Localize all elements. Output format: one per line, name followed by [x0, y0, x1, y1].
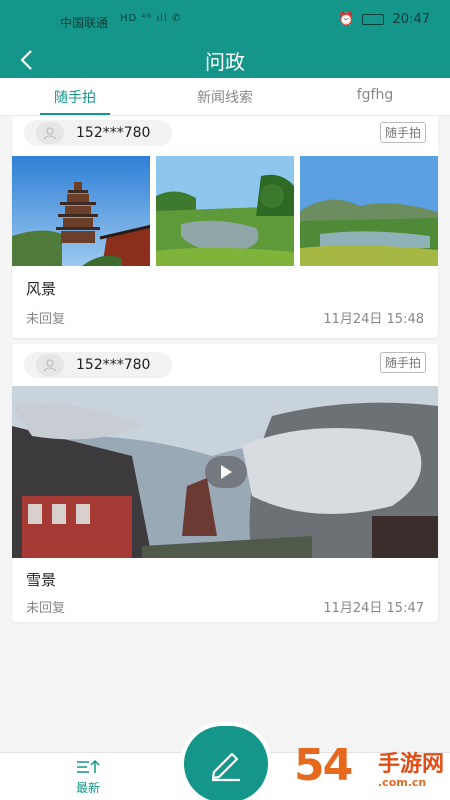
tab-fgfhg[interactable]: fgfhg — [300, 78, 450, 115]
alarm-icon: ⏰ — [338, 12, 355, 27]
post-title: 雪景 — [26, 571, 57, 589]
post-time: 11月24日 15:47 — [323, 601, 424, 616]
compose-button[interactable] — [180, 722, 272, 800]
status-bar: 中国联通 HD ⁴ᴳ ıll ✆ ⏰ 20:47 — [0, 0, 450, 44]
watermark-logo: 54 手游网 .com.cn — [294, 738, 444, 798]
photo-hills[interactable] — [300, 156, 438, 266]
user-phone: 152***780 — [76, 125, 151, 141]
tab-random-shot[interactable]: 随手拍 — [0, 78, 150, 115]
user-icon — [43, 127, 57, 140]
photo-grid — [12, 156, 438, 266]
compose-button-inner — [184, 726, 268, 800]
post-title: 风景 — [26, 280, 57, 298]
photo-lake[interactable] — [156, 156, 294, 266]
watermark-number: 54 — [294, 740, 353, 791]
category-tag: 随手拍 — [379, 122, 426, 143]
battery-icon — [362, 14, 385, 25]
category-tag: 随手拍 — [379, 352, 426, 373]
post-card[interactable]: 152***780 随手拍 风景 未回复 11月24日 15:48 — [12, 116, 438, 338]
play-icon — [221, 465, 232, 479]
status-right: ⏰ 20:47 — [338, 12, 430, 27]
watermark-text: 手游网 — [378, 752, 445, 777]
carrier-label: 中国联通 — [60, 16, 109, 30]
tab-news-clues[interactable]: 新闻线索 — [150, 78, 300, 115]
video-thumbnail[interactable] — [12, 386, 438, 558]
reply-status: 未回复 — [26, 601, 66, 616]
user-phone: 152***780 — [76, 357, 151, 373]
sort-latest-icon — [77, 759, 100, 773]
avatar — [36, 122, 64, 144]
page-title: 问政 — [205, 50, 245, 74]
reply-status: 未回复 — [26, 312, 66, 327]
tab-bar: 随手拍 新闻线索 fgfhg — [0, 78, 450, 116]
avatar — [36, 354, 64, 376]
user-icon — [43, 359, 57, 372]
nav-bar: 问政 — [0, 44, 450, 78]
clock-time: 20:47 — [392, 12, 430, 27]
latest-label: 最新 — [75, 781, 100, 795]
signal-icons: HD ⁴ᴳ ıll ✆ — [120, 13, 182, 24]
pencil-icon — [211, 752, 240, 782]
play-button[interactable] — [205, 456, 247, 488]
latest-button[interactable]: 最新 — [62, 759, 114, 796]
user-pill: 152***780 — [24, 352, 172, 378]
post-time: 11月24日 15:48 — [323, 312, 424, 327]
user-pill: 152***780 — [24, 120, 172, 146]
watermark-domain: .com.cn — [378, 776, 427, 789]
photo-pagoda[interactable] — [12, 156, 150, 266]
post-card[interactable]: 152***780 随手拍 雪景 未回复 11月24日 15:47 — [12, 344, 438, 622]
